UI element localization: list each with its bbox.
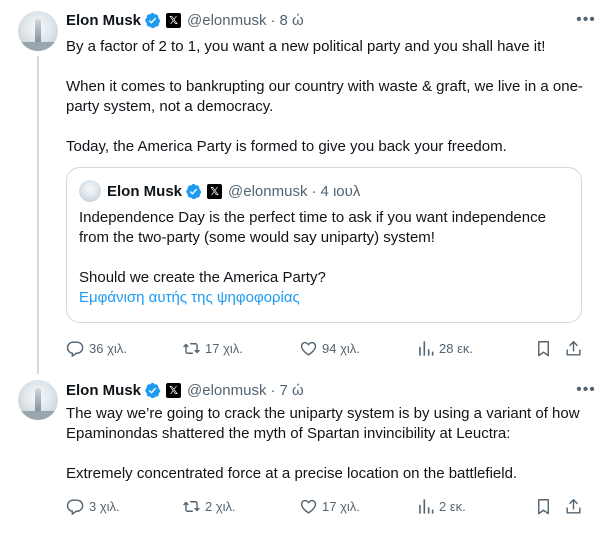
quoted-author-handle: @elonmusk xyxy=(228,182,308,200)
views-button[interactable]: 28 εκ. xyxy=(416,338,473,358)
quoted-avatar xyxy=(79,180,101,202)
author-handle[interactable]: @elonmusk xyxy=(187,382,266,399)
views-count: 2 εκ. xyxy=(439,498,466,514)
more-icon[interactable]: ••• xyxy=(576,380,596,400)
reply-icon xyxy=(66,339,85,358)
verified-badge-icon xyxy=(185,183,202,200)
x-badge-icon[interactable]: 𝕏 xyxy=(166,12,182,28)
like-icon xyxy=(299,339,318,358)
quoted-text: Independence Day is the perfect time to … xyxy=(79,208,569,308)
share-button[interactable] xyxy=(564,496,587,516)
avatar[interactable] xyxy=(18,380,58,420)
tweet-text: The way we’re going to crack the unipart… xyxy=(66,404,596,484)
repost-icon xyxy=(182,339,201,358)
repost-count: 17 χιλ. xyxy=(205,340,243,356)
tweet-paragraph: The way we’re going to crack the unipart… xyxy=(66,405,580,442)
like-button[interactable]: 17 χιλ. xyxy=(299,496,360,516)
author-handle[interactable]: @elonmusk xyxy=(187,12,266,29)
reply-button[interactable]: 36 χιλ. xyxy=(66,338,127,358)
like-count: 94 χιλ. xyxy=(322,340,360,356)
bookmark-icon xyxy=(534,339,553,358)
reply-count: 3 χιλ. xyxy=(89,498,120,514)
dot-separator: · xyxy=(311,182,317,200)
reply-count: 36 χιλ. xyxy=(89,340,127,356)
timestamp[interactable]: 8 ώ xyxy=(279,12,303,29)
views-icon xyxy=(416,339,435,358)
like-button[interactable]: 94 χιλ. xyxy=(299,338,360,358)
avatar[interactable] xyxy=(18,11,58,51)
reply-button[interactable]: 3 χιλ. xyxy=(66,496,120,516)
bookmark-button[interactable] xyxy=(534,496,557,516)
like-count: 17 χιλ. xyxy=(322,498,360,514)
repost-button[interactable]: 2 χιλ. xyxy=(182,496,236,516)
show-poll-link[interactable]: Εμφάνιση αυτής της ψηφοφορίας xyxy=(79,288,569,308)
action-bar: 36 χιλ. 17 χιλ. 94 χιλ. 28 εκ. xyxy=(66,338,596,358)
reply-icon xyxy=(66,497,85,516)
quoted-tweet[interactable]: Elon Musk 𝕏 @elonmusk · 4 ιουλ Independe… xyxy=(66,167,582,323)
x-badge-icon: 𝕏 xyxy=(207,183,223,199)
tweet-paragraph: By a factor of 2 to 1, you want a new po… xyxy=(66,38,546,55)
repost-button[interactable]: 17 χιλ. xyxy=(182,338,243,358)
dot-separator: · xyxy=(270,11,276,29)
share-button[interactable] xyxy=(564,338,587,358)
tweet-paragraph: When it comes to bankrupting our country… xyxy=(66,78,583,115)
tweet-paragraph: Extremely concentrated force at a precis… xyxy=(66,465,518,482)
action-bar: 3 χιλ. 2 χιλ. 17 χιλ. 2 εκ. xyxy=(66,496,596,516)
timestamp[interactable]: 7 ώ xyxy=(279,382,303,399)
tweet-header: Elon Musk 𝕏 @elonmusk · 8 ώ xyxy=(66,10,304,30)
views-button[interactable]: 2 εκ. xyxy=(416,496,466,516)
quoted-paragraph: Should we create the America Party? xyxy=(79,269,326,286)
tweet-header: Elon Musk 𝕏 @elonmusk · 7 ώ xyxy=(66,380,304,400)
quoted-paragraph: Independence Day is the perfect time to … xyxy=(79,209,546,246)
repost-icon xyxy=(182,497,201,516)
like-icon xyxy=(299,497,318,516)
dot-separator: · xyxy=(270,381,276,399)
author-name[interactable]: Elon Musk xyxy=(66,382,141,399)
author-name[interactable]: Elon Musk xyxy=(66,12,141,29)
share-icon xyxy=(564,339,583,358)
quoted-author-name: Elon Musk xyxy=(107,182,183,200)
share-icon xyxy=(564,497,583,516)
more-icon[interactable]: ••• xyxy=(576,10,596,30)
quoted-header: Elon Musk 𝕏 @elonmusk · 4 ιουλ xyxy=(107,181,360,201)
quoted-timestamp: 4 ιουλ xyxy=(320,182,361,200)
repost-count: 2 χιλ. xyxy=(205,498,236,514)
tweet[interactable]: Elon Musk 𝕏 @elonmusk · 8 ώ ••• By a fac… xyxy=(0,0,616,378)
bookmark-icon xyxy=(534,497,553,516)
bookmark-button[interactable] xyxy=(534,338,557,358)
views-icon xyxy=(416,497,435,516)
x-badge-icon[interactable]: 𝕏 xyxy=(166,382,182,398)
tweet[interactable]: Elon Musk 𝕏 @elonmusk · 7 ώ ••• The way … xyxy=(0,370,616,540)
thread-line xyxy=(37,56,39,374)
verified-badge-icon[interactable] xyxy=(144,12,161,29)
tweet-text: By a factor of 2 to 1, you want a new po… xyxy=(66,37,596,157)
tweet-paragraph: Today, the America Party is formed to gi… xyxy=(66,138,507,155)
verified-badge-icon[interactable] xyxy=(144,382,161,399)
views-count: 28 εκ. xyxy=(439,340,473,356)
